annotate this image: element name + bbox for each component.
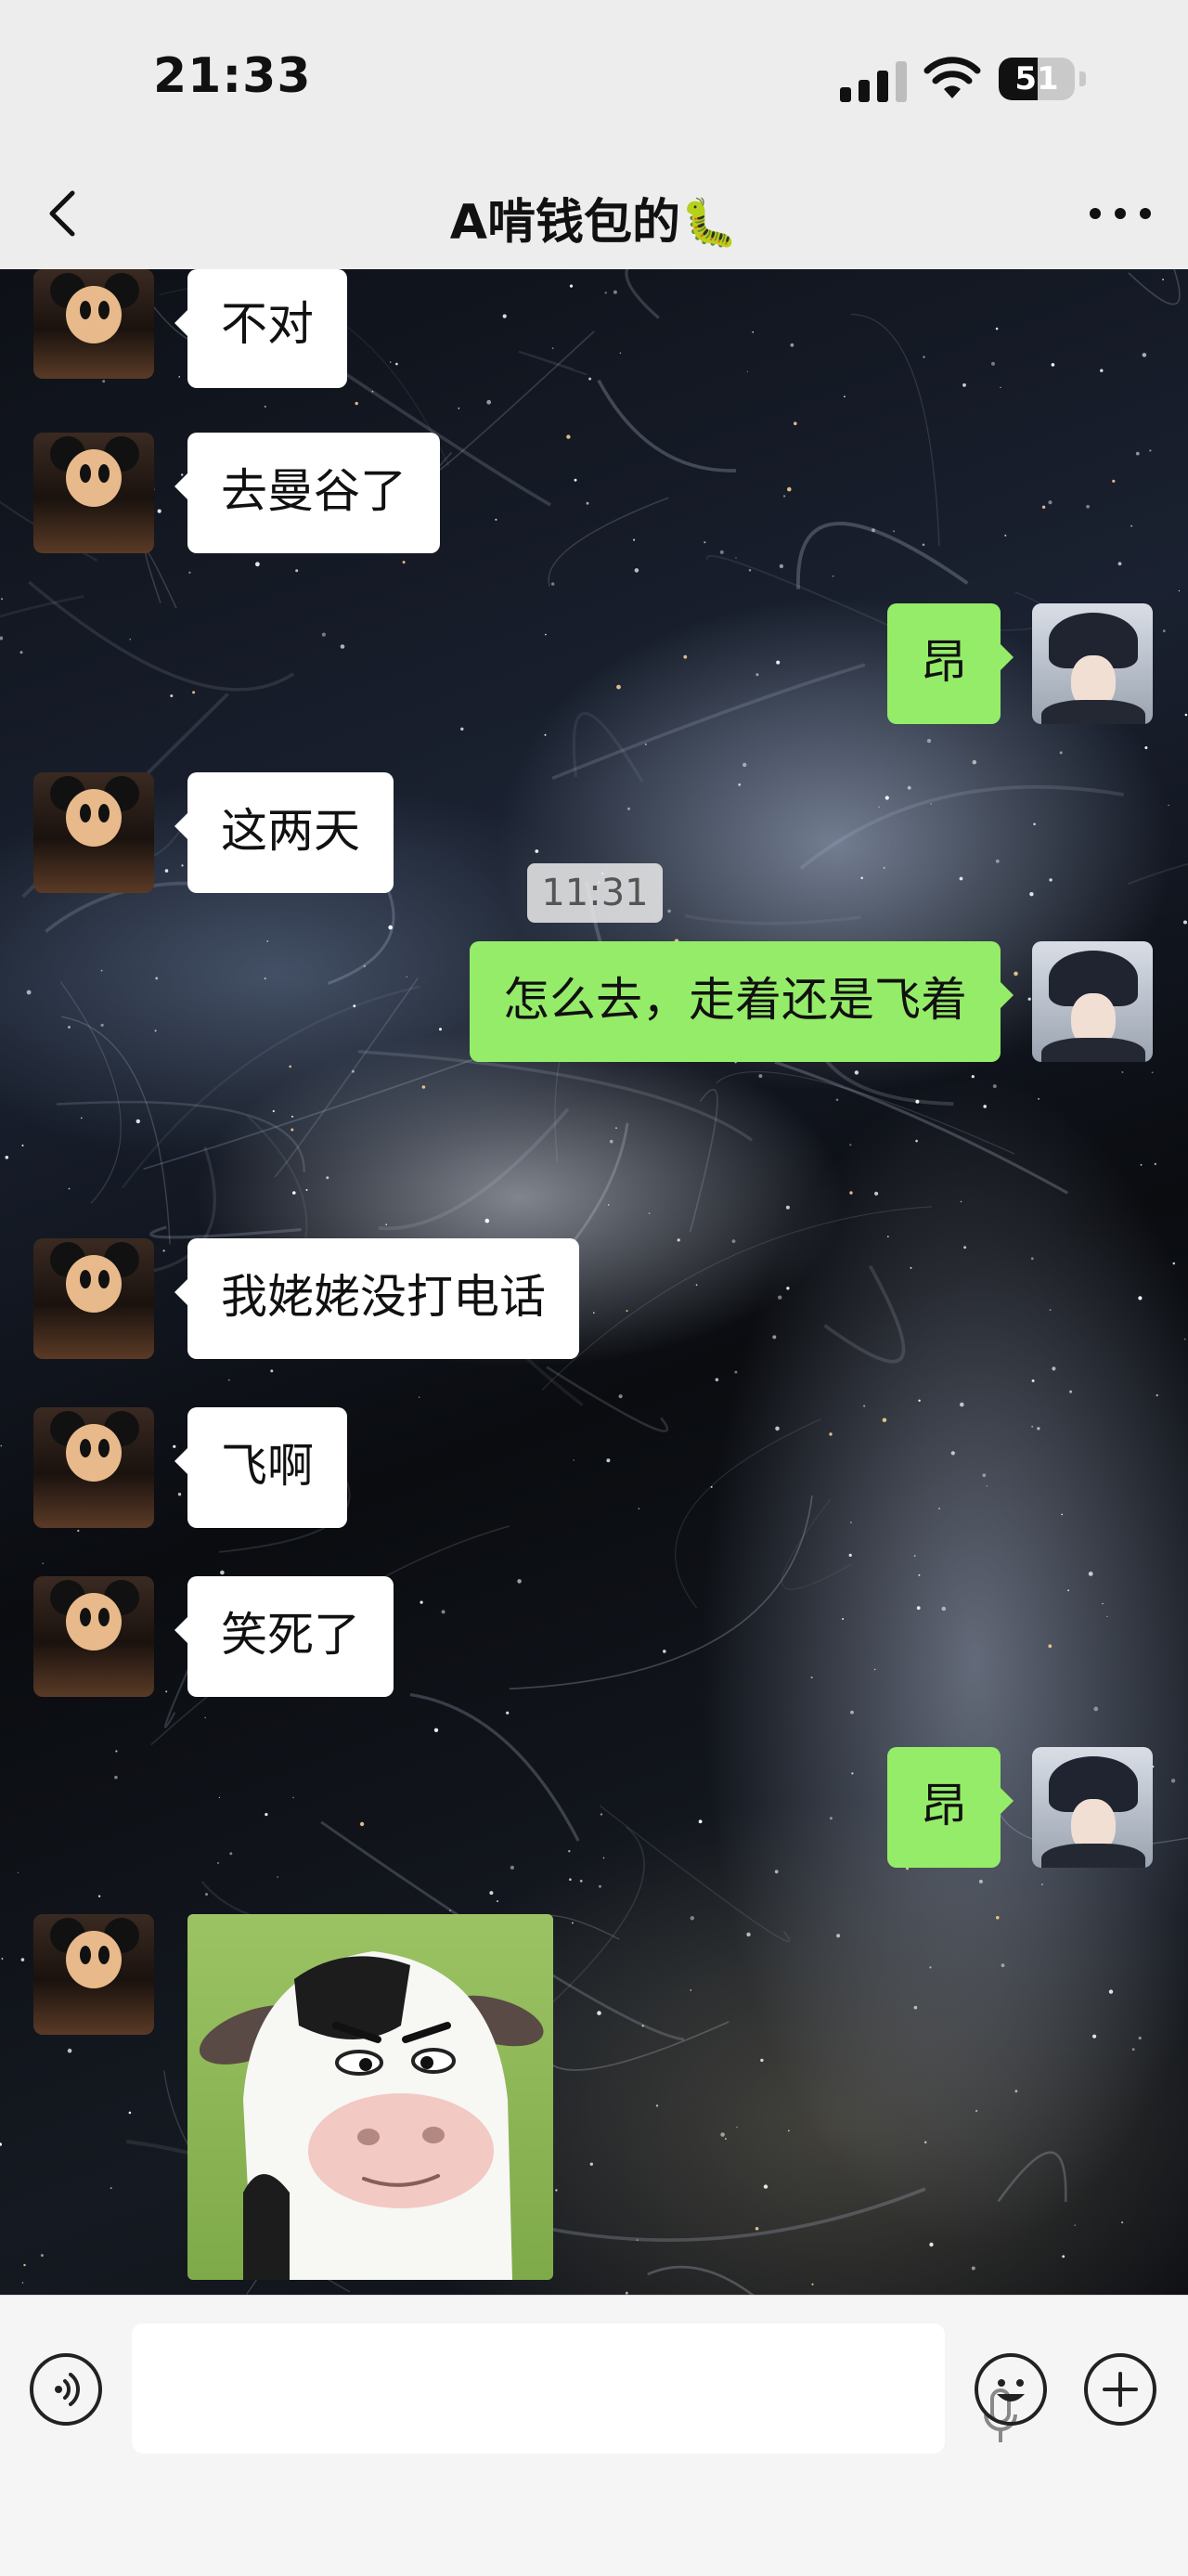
message-bubble-received[interactable]: 笑死了 xyxy=(174,1576,394,1697)
plus-icon[interactable] xyxy=(1084,2353,1156,2426)
contact-avatar[interactable] xyxy=(33,1576,154,1697)
chat-header: A啃钱包的🐛 xyxy=(0,162,1188,269)
my-avatar[interactable] xyxy=(1032,941,1153,1062)
contact-avatar[interactable] xyxy=(33,1914,154,2035)
chat-area[interactable]: 不对 去曼谷了 昂 这两天 怎么去，走着还是飞着 11:31 我姥姥没打电话 飞… xyxy=(0,269,1188,2295)
contact-avatar[interactable] xyxy=(33,1407,154,1528)
message-bubble-sent[interactable]: 怎么去，走着还是飞着 xyxy=(470,941,1014,1062)
message-timestamp: 11:31 xyxy=(527,863,663,923)
message-bubble-received[interactable]: 飞啊 xyxy=(174,1407,347,1528)
input-bar xyxy=(0,2295,1188,2576)
message-bubble-received[interactable]: 我姥姥没打电话 xyxy=(174,1238,579,1359)
message-bubble-received[interactable]: 这两天 xyxy=(174,772,394,893)
wifi-icon xyxy=(923,57,981,98)
message-bubble-sent[interactable]: 昂 xyxy=(887,603,1014,724)
battery-level: 51 xyxy=(1014,60,1059,97)
my-avatar[interactable] xyxy=(1032,1747,1153,1868)
contact-avatar[interactable] xyxy=(33,269,154,379)
message-input[interactable] xyxy=(132,2324,1017,2453)
my-avatar[interactable] xyxy=(1032,603,1153,724)
status-bar: 21:33 51 xyxy=(0,0,1188,162)
contact-avatar[interactable] xyxy=(33,433,154,553)
more-options-icon[interactable] xyxy=(1088,204,1153,223)
voice-toggle-icon[interactable] xyxy=(30,2353,102,2426)
battery-icon: 51 xyxy=(999,58,1086,102)
message-bubble-sent[interactable]: 昂 xyxy=(887,1747,1014,1868)
status-time: 21:33 xyxy=(153,48,312,104)
contact-avatar[interactable] xyxy=(33,772,154,893)
chat-title: A啃钱包的🐛 xyxy=(0,183,1188,252)
cellular-signal-icon xyxy=(840,61,907,102)
message-bubble-received[interactable]: 去曼谷了 xyxy=(174,433,440,553)
contact-avatar[interactable] xyxy=(33,1238,154,1359)
message-bubble-received[interactable]: 不对 xyxy=(174,269,347,388)
cow-sticker-icon[interactable] xyxy=(187,1914,553,2280)
chat-title-text: A啃钱包的 xyxy=(449,195,680,251)
caterpillar-icon: 🐛 xyxy=(679,196,739,250)
emoji-icon[interactable] xyxy=(975,2353,1047,2426)
